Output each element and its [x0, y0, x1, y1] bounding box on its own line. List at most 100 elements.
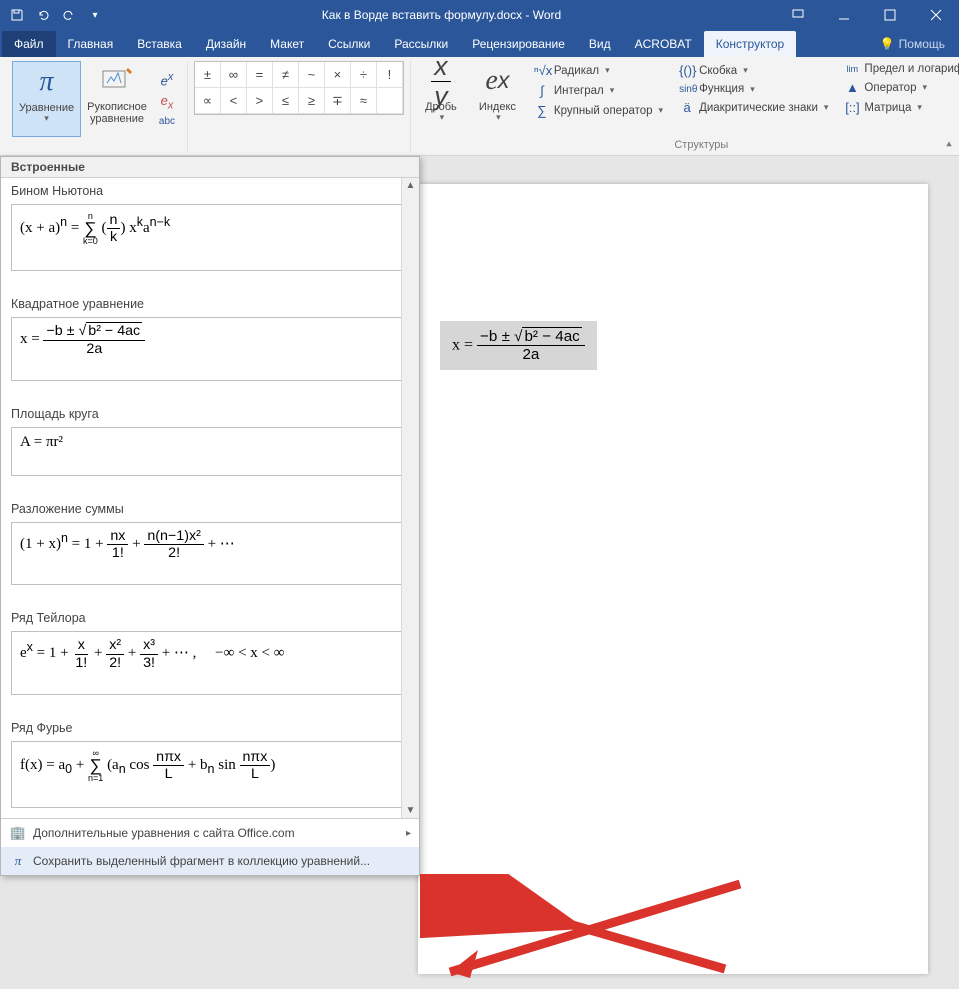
matrix-label: Матрица — [864, 102, 911, 114]
group-label-structures: Структуры — [674, 137, 728, 153]
more-label: Дополнительные уравнения с сайта Office.… — [33, 826, 295, 840]
symbol-cell[interactable]: ≈ — [351, 88, 377, 114]
equation-preview[interactable]: x = −b ± b² − 4ac2a — [11, 317, 409, 381]
matrix-button[interactable]: [::] Матрица — [840, 98, 959, 117]
tab-insert[interactable]: Вставка — [125, 31, 194, 57]
large-operator-button[interactable]: ∑Крупный оператор — [530, 101, 667, 120]
gallery-category: Ряд Фурье — [1, 715, 419, 737]
bracket-label: Скобка — [699, 65, 737, 77]
symbol-cell[interactable]: ∞ — [221, 62, 247, 88]
symbol-cell[interactable]: ÷ — [351, 62, 377, 88]
tab-file[interactable]: Файл — [2, 31, 56, 57]
more-equations-button[interactable]: 🏢 Дополнительные уравнения с сайта Office… — [1, 819, 419, 847]
scroll-down-icon[interactable]: ▼ — [404, 803, 418, 818]
radical-label: Радикал — [554, 65, 599, 77]
gallery-scrollbar[interactable]: ▲▼ — [401, 178, 419, 818]
gallery-header: Встроенные — [1, 157, 419, 178]
equation-preview[interactable]: (1 + x)n = 1 + nx1! + n(n−1)x²2! + ⋯ — [11, 522, 409, 586]
symbol-cell[interactable]: ∓ — [325, 88, 351, 114]
gallery-category: Бином Ньютона — [1, 178, 419, 200]
symbol-cell[interactable]: ~ — [299, 62, 325, 88]
bracket-button[interactable]: {()} Скобка — [675, 61, 832, 80]
symbol-cell[interactable]: ≥ — [299, 88, 325, 114]
close-icon[interactable] — [913, 0, 959, 30]
symbol-cell[interactable]: = — [247, 62, 273, 88]
symbol-cell[interactable]: ≠ — [273, 62, 299, 88]
quick-access: ▾ — [0, 2, 108, 28]
operator-label: Оператор — [864, 82, 916, 94]
fraction-label: Дробь — [425, 101, 457, 113]
qat-more-icon[interactable]: ▾ — [82, 2, 108, 28]
save-selection-button[interactable]: πСохранить выделенный фрагмент в коллекц… — [1, 847, 419, 875]
symbol-cell[interactable]: ≤ — [273, 88, 299, 114]
ink-equation-button[interactable]: Рукописное уравнение — [81, 61, 153, 137]
undo-icon[interactable] — [30, 2, 56, 28]
bulb-icon: 💡 — [880, 37, 895, 51]
save-icon[interactable] — [4, 2, 30, 28]
tab-home[interactable]: Главная — [56, 31, 126, 57]
integral-button[interactable]: ∫Интеграл — [530, 81, 667, 100]
scroll-up-icon[interactable]: ▲ — [404, 178, 418, 193]
symbol-cell[interactable]: × — [325, 62, 351, 88]
tab-layout[interactable]: Макет — [258, 31, 316, 57]
diacritic-label: Диакритические знаки — [699, 102, 818, 114]
tab-design[interactable]: Дизайн — [194, 31, 258, 57]
ink-icon — [99, 63, 135, 99]
equation-preview[interactable]: f(x) = a0 + ∞∑n=1 (an cos nπxL + bn sin … — [11, 741, 409, 808]
equation-preview[interactable]: (x + a)n = n∑k=0 (nk) xkan−k — [11, 204, 409, 271]
equation-object[interactable]: x = −b ± b² − 4ac2a — [440, 321, 597, 370]
equation-preview[interactable]: ex = 1 + x1! + x²2! + x³3! + ⋯ , −∞ < x … — [11, 631, 409, 695]
tab-view[interactable]: Вид — [577, 31, 623, 57]
help-label: Помощь — [899, 37, 945, 51]
tab-constructor[interactable]: Конструктор — [704, 31, 796, 57]
group-structures: xy Дробь exИндекс ⁿ√xРадикал ∫Интеграл ∑К… — [411, 61, 959, 153]
normal-text-icon[interactable]: abc — [155, 114, 179, 129]
equation-button[interactable]: π Уравнение ▾ — [12, 61, 81, 137]
help-button[interactable]: 💡 Помощь — [866, 31, 959, 57]
office-icon: 🏢 — [9, 825, 27, 841]
diacritic-button[interactable]: ä Диакритические знаки — [675, 98, 832, 117]
index-button[interactable]: exИндекс — [473, 61, 522, 137]
equation-preview[interactable]: A = πr² — [11, 427, 409, 476]
symbol-cell[interactable]: > — [247, 88, 273, 114]
radical-button[interactable]: ⁿ√xРадикал — [530, 61, 667, 80]
limit-label: Предел и логарифм — [864, 63, 959, 75]
group-tools: π Уравнение ▾ Рукописное уравнение ex ex… — [6, 61, 188, 153]
bracket-icon: {()} — [679, 63, 695, 78]
operator-button[interactable]: ▲ Оператор — [840, 78, 959, 97]
symbol-cell[interactable]: ∝ — [195, 88, 221, 114]
matrix-icon: [::] — [844, 100, 860, 115]
limit-icon: lim — [844, 64, 860, 74]
gallery-footer: 🏢 Дополнительные уравнения с сайта Office… — [1, 818, 419, 875]
pi-icon: π — [29, 64, 65, 100]
tab-review[interactable]: Рецензирование — [460, 31, 577, 57]
index-icon: ex — [479, 63, 515, 99]
minimize-icon[interactable] — [821, 0, 867, 30]
limit-button[interactable]: lim Предел и логарифм — [840, 61, 959, 77]
function-label: Функция — [699, 83, 744, 95]
professional-icon[interactable]: ex — [155, 69, 179, 90]
collapse-ribbon-icon[interactable]: ⯅ — [945, 140, 953, 151]
redo-icon[interactable] — [56, 2, 82, 28]
ribbon: π Уравнение ▾ Рукописное уравнение ex ex… — [0, 57, 959, 156]
maximize-icon[interactable] — [867, 0, 913, 30]
integral-label: Интеграл — [554, 85, 604, 97]
symbol-cell[interactable]: ± — [195, 62, 221, 88]
symbol-grid[interactable]: ±∞=≠~×÷! ∝<>≤≥∓≈ — [194, 61, 404, 115]
gallery-body: Бином Ньютона (x + a)n = n∑k=0 (nk) xkan−… — [1, 178, 419, 818]
equation-gallery: Встроенные Бином Ньютона (x + a)n = n∑k=0… — [0, 156, 420, 876]
operator-icon: ▲ — [844, 80, 860, 95]
symbol-cell[interactable]: ! — [377, 62, 403, 88]
symbol-cell[interactable]: < — [221, 88, 247, 114]
fraction-icon: xy — [423, 63, 459, 99]
ribbon-options-icon[interactable] — [775, 0, 821, 30]
group-symbols: ±∞=≠~×÷! ∝<>≤≥∓≈ — [188, 61, 411, 153]
linear-icon[interactable]: ex — [155, 91, 179, 114]
tab-acrobat[interactable]: ACROBAT — [623, 31, 704, 57]
function-button[interactable]: sinθФункция — [675, 81, 832, 97]
tab-references[interactable]: Ссылки — [316, 31, 382, 57]
ink-label: Рукописное уравнение — [87, 101, 147, 125]
fraction-button[interactable]: xy Дробь — [417, 61, 465, 137]
menu-bar: Файл Главная Вставка Дизайн Макет Ссылки… — [0, 30, 959, 57]
diacritic-icon: ä — [679, 100, 695, 115]
